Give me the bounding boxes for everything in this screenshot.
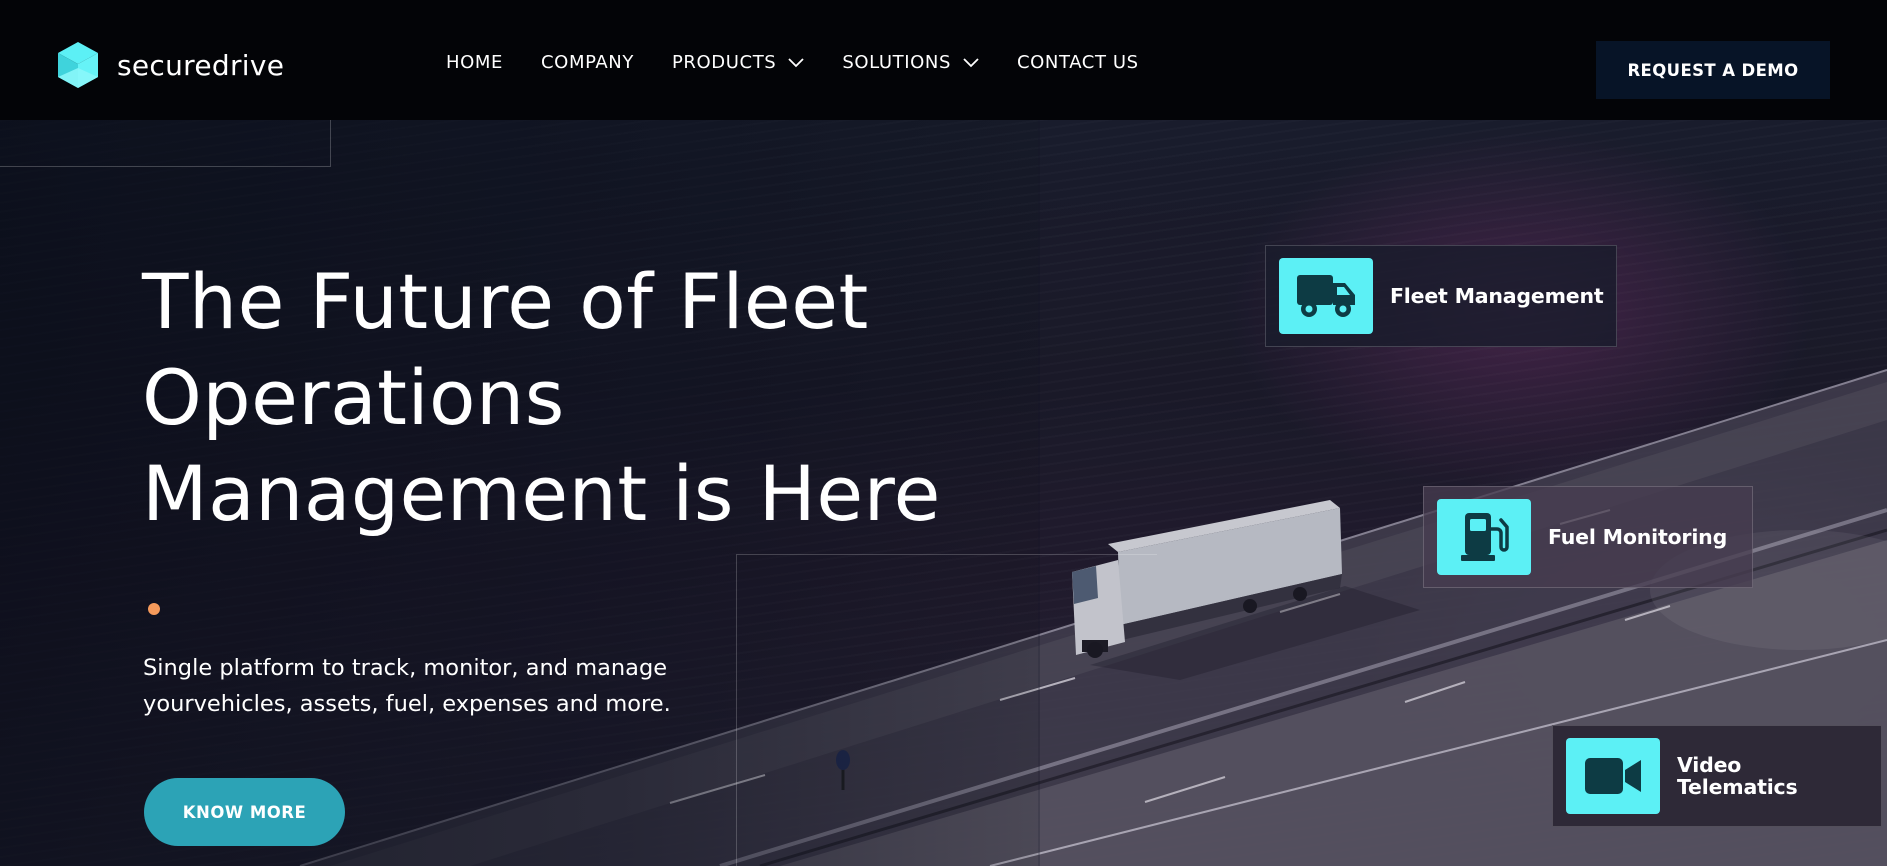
hero-subtitle: Single platform to track, monitor, and m…	[143, 655, 671, 717]
feature-card-label: Fleet Management	[1390, 284, 1604, 308]
nav-solutions-label: SOLUTIONS	[842, 52, 951, 73]
truck-icon	[1279, 258, 1373, 334]
video-camera-icon	[1566, 738, 1660, 814]
feature-card-fuel-monitoring[interactable]: Fuel Monitoring	[1423, 486, 1753, 588]
site-header: securedrive HOME COMPANY PRODUCTS SOLUTI…	[0, 0, 1887, 120]
logo-mark-icon	[58, 42, 98, 88]
nav-company-label: COMPANY	[541, 52, 634, 73]
chevron-down-icon	[963, 57, 979, 67]
fuel-pump-icon	[1437, 499, 1531, 575]
chevron-down-icon	[788, 57, 804, 67]
decorative-frame	[0, 120, 331, 167]
logo-text: securedrive	[117, 48, 285, 82]
feature-card-label: Video Telematics	[1677, 753, 1798, 799]
hero-title: The Future of Fleet Operations Managemen…	[142, 257, 941, 538]
accent-dot	[148, 603, 160, 615]
know-more-button[interactable]: KNOW MORE	[144, 778, 345, 846]
logo[interactable]: securedrive	[56, 40, 284, 90]
nav-company[interactable]: COMPANY	[541, 52, 634, 73]
nav-solutions[interactable]: SOLUTIONS	[842, 52, 979, 73]
feature-card-fleet-management[interactable]: Fleet Management	[1265, 245, 1617, 347]
page: securedrive HOME COMPANY PRODUCTS SOLUTI…	[0, 0, 1887, 866]
nav-home-label: HOME	[446, 52, 504, 73]
nav-products[interactable]: PRODUCTS	[672, 52, 804, 73]
nav-products-label: PRODUCTS	[671, 52, 777, 73]
main-nav: HOME COMPANY PRODUCTS SOLUTIONS CONTACT …	[446, 52, 1177, 73]
nav-home[interactable]: HOME	[446, 52, 503, 73]
nav-contact-us[interactable]: CONTACT US	[1017, 52, 1139, 73]
nav-contact-us-label: CONTACT US	[1017, 52, 1139, 73]
request-demo-button[interactable]: REQUEST A DEMO	[1596, 41, 1830, 99]
feature-card-video-telematics[interactable]: Video Telematics	[1552, 725, 1882, 827]
feature-card-label: Fuel Monitoring	[1548, 525, 1728, 549]
decorative-frame	[736, 554, 1157, 866]
